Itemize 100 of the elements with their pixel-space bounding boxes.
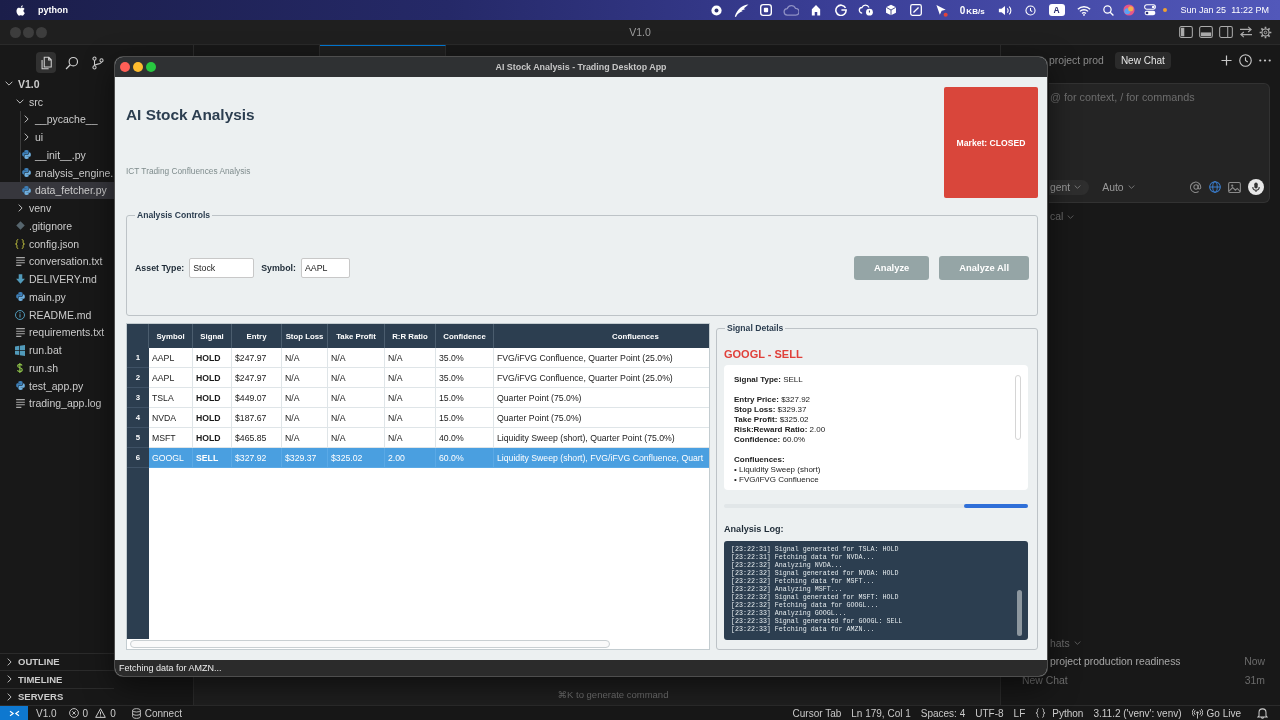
date-text[interactable]: Sun Jan 25 [1180,5,1227,15]
file-item[interactable]: __init__.py [0,146,114,164]
zoom-button[interactable] [146,62,156,72]
chevron-down-icon[interactable] [16,99,24,105]
editor-tab[interactable] [320,45,446,57]
speaker-icon[interactable] [998,4,1013,16]
toggles-icon[interactable] [1144,4,1157,16]
chat-tab[interactable]: project prod [1049,51,1104,69]
chat-title[interactable]: project production readiness [1050,656,1181,667]
close-button[interactable] [120,62,130,72]
windows-icon [15,344,25,356]
dropdown[interactable]: gent [1049,179,1090,195]
input-source-indicator[interactable]: A [1048,4,1065,16]
symbol-field[interactable]: AAPL [300,257,350,278]
app-menu[interactable]: python [38,5,68,15]
status-item[interactable]: Connect [131,707,182,719]
table-cell: N/A [385,368,436,388]
time-text[interactable]: 11:22 PM [1231,5,1269,15]
chevron-right-icon[interactable] [6,692,12,701]
chevron-right-icon[interactable] [23,133,29,142]
panel-header[interactable]: TIMELINE [0,670,114,688]
file-item[interactable]: analysis_engine. [0,163,114,182]
settings-icon[interactable] [1259,25,1272,39]
status-item[interactable]: UTF-8 [975,707,1004,719]
folder-item[interactable]: venv [0,199,114,217]
table-cell: 35.0% [436,348,494,368]
detail-line: Stop Loss: $329.37 [734,405,807,415]
record-icon[interactable] [710,4,722,16]
sidebar-right-icon[interactable] [1219,26,1233,38]
timestamp: Now [1244,656,1265,667]
status-item[interactable]: Python [1035,707,1084,719]
sidebar-left-icon[interactable] [1179,26,1193,38]
file-item[interactable]: test_app.py [0,376,114,395]
dropdown[interactable]: Auto [1102,181,1135,193]
chat-tab[interactable]: New Chat [1114,51,1171,69]
asset-type-field[interactable]: Stock [189,257,255,278]
orb-icon[interactable] [1123,4,1136,16]
status-item[interactable]: 3.11.2 ('venv': venv) [1093,707,1182,719]
cube-icon[interactable] [885,4,898,16]
slashed-square-icon[interactable] [910,4,923,16]
at-sign-icon[interactable] [1190,181,1202,193]
square-icon[interactable] [760,4,773,16]
file-item[interactable]: main.py [0,288,114,306]
file-item[interactable]: config.json [0,234,114,253]
folder-item[interactable]: src [0,92,114,111]
file-item[interactable]: trading_app.log [0,394,114,413]
table-cell: 15.0% [436,388,494,408]
status-item[interactable]: Ln 179, Col 1 [851,707,911,719]
status-item[interactable]: Cursor Tab [792,707,842,719]
file-item[interactable]: .gitignore [0,217,114,235]
file-item[interactable]: requirements.txt [0,323,114,342]
microphone-icon[interactable] [1248,179,1264,195]
file-item[interactable]: data_fetcher.py [0,181,114,200]
file-item[interactable]: DELIVERY.md [0,270,114,288]
status-item[interactable]: Spaces: 4 [920,707,966,719]
house-icon[interactable] [811,4,822,16]
minimize-button[interactable] [133,62,143,72]
pointer-icon[interactable] [934,3,948,17]
broadcast-icon [1191,707,1203,719]
chevron-right-icon[interactable] [17,204,23,213]
chevron-right-icon[interactable] [6,675,12,684]
lines-icon [15,327,25,337]
folder-item[interactable]: __pycache__ [0,110,114,129]
panel-bottom-icon[interactable] [1199,26,1213,38]
globe-icon[interactable] [1209,181,1221,193]
clock-icon[interactable] [1239,53,1252,67]
file-item[interactable]: conversation.txt [0,252,114,271]
table-cell: N/A [328,408,385,428]
problems-item[interactable]: 0 0 [68,707,116,719]
swap-arrows-icon[interactable] [1239,26,1253,38]
image-icon[interactable] [1228,181,1241,193]
search-icon[interactable] [1102,4,1114,16]
remote-button[interactable] [0,706,28,720]
chevron-right-icon[interactable] [6,657,12,666]
apple-logo-icon[interactable] [16,4,25,16]
folder-item[interactable]: V1.0 [0,75,114,93]
horizontal-scrollbar[interactable] [130,640,610,648]
file-item[interactable]: run.bat [0,341,114,359]
chevron-right-icon[interactable] [23,115,29,124]
file-item[interactable]: run.sh [0,359,114,377]
status-item[interactable]: Go Live [1191,707,1241,719]
status-item[interactable]: V1.0 [36,707,57,719]
wifi-icon[interactable] [1077,4,1092,16]
files-icon[interactable] [36,52,56,73]
folder-item[interactable]: ui [0,128,114,146]
chat-input[interactable]: @ for context, / for commands gent Auto [1049,83,1270,203]
chevron-down-icon[interactable] [5,81,13,87]
feather-icon[interactable] [733,3,749,17]
network-speed: 0KB/s [959,4,985,16]
file-item[interactable]: README.md [0,305,114,324]
more-icon[interactable] [1259,58,1271,62]
plus-icon[interactable] [1221,54,1232,66]
cloud-badge-icon[interactable] [858,4,875,16]
bell-icon[interactable] [1257,707,1268,719]
vertical-scrollbar[interactable] [1015,375,1021,440]
g-icon[interactable] [835,4,848,16]
vertical-scrollbar[interactable] [1017,590,1022,636]
status-item[interactable]: LF [1013,707,1026,719]
python-icon [15,292,25,302]
cloud-icon[interactable] [783,4,800,16]
